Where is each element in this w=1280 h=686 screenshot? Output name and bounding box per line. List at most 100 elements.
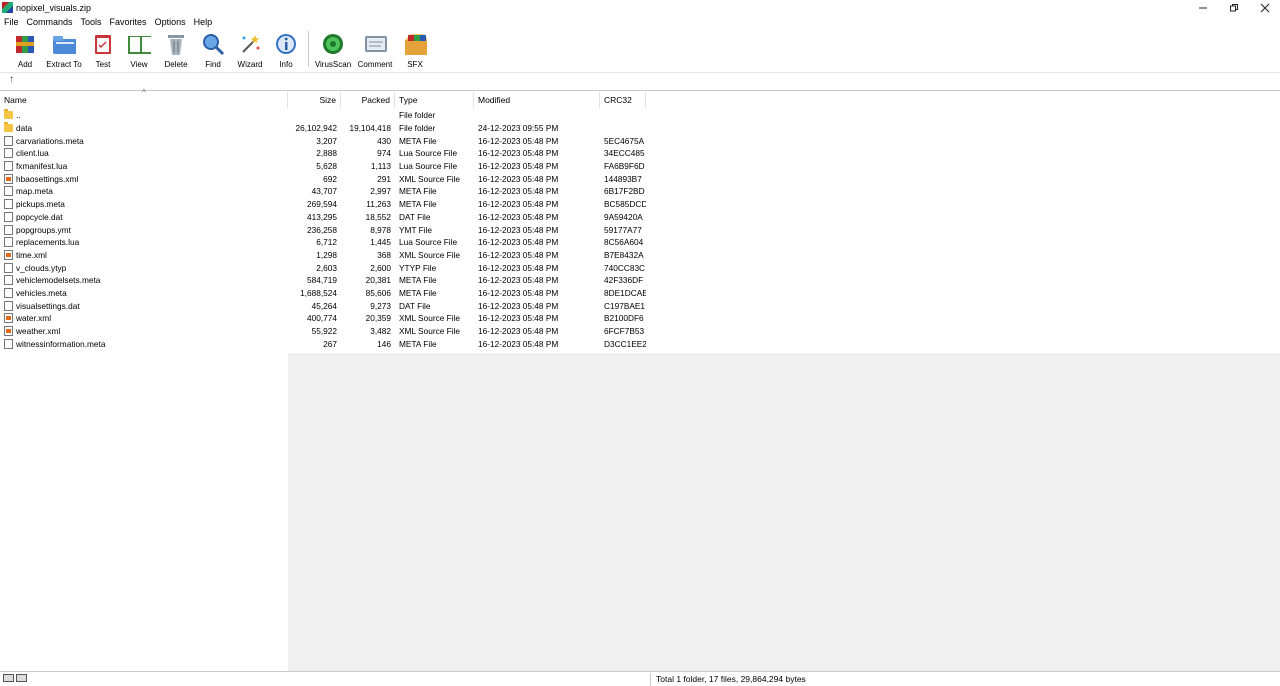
- menu-commands[interactable]: Commands: [23, 17, 77, 27]
- file-type: File folder: [399, 123, 436, 134]
- file-type: Lua Source File: [399, 161, 458, 172]
- virusscan-button[interactable]: VirusScan: [313, 29, 353, 69]
- menu-options[interactable]: Options: [151, 17, 190, 27]
- minimize-button[interactable]: [1187, 0, 1218, 15]
- column-crc32[interactable]: CRC32: [600, 92, 646, 108]
- find-button[interactable]: Find: [194, 29, 232, 69]
- table-row[interactable]: .. File folder: [0, 109, 646, 122]
- test-button[interactable]: Test: [86, 29, 120, 69]
- table-row[interactable]: carvariations.meta 3,207 430 META File 16-12…: [0, 134, 646, 147]
- file-crc32: 8C56A604: [604, 237, 644, 248]
- file-size: 6,712: [316, 237, 337, 248]
- file-modified: 16-12-2023 05:48 PM: [478, 237, 559, 248]
- file-name-cell: visualsettings.dat: [0, 299, 288, 312]
- file-packed: 85,606: [365, 287, 391, 298]
- table-row[interactable]: time.xml 1,298 368 XML Source File 16-12-202…: [0, 249, 646, 262]
- delete-button[interactable]: Delete: [158, 29, 194, 69]
- table-row[interactable]: water.xml 400,774 20,359 XML Source File 16-…: [0, 312, 646, 325]
- table-row[interactable]: replacements.lua 6,712 1,445 Lua Source Fil…: [0, 236, 646, 249]
- file-name: pickups.meta: [16, 199, 65, 210]
- table-row[interactable]: v_clouds.ytyp 2,603 2,600 YTYP File 16-12-20…: [0, 261, 646, 274]
- file-name: time.xml: [16, 249, 47, 260]
- table-row[interactable]: vehicles.meta 1,688,524 85,606 META File 16-…: [0, 287, 646, 300]
- file-icon: [4, 262, 13, 273]
- file-crc32: 6FCF7B53: [604, 326, 645, 337]
- table-row[interactable]: witnessinformation.meta 267 146 META File 16…: [0, 337, 646, 350]
- view-book-icon: [127, 32, 151, 56]
- menu-help[interactable]: Help: [190, 17, 217, 27]
- comment-button[interactable]: Comment: [353, 29, 397, 69]
- wizard-button[interactable]: Wizard: [232, 29, 268, 69]
- table-row[interactable]: data 26,102,942 19,104,418 File folder 24-12…: [0, 122, 646, 135]
- info-button[interactable]: Info: [268, 29, 304, 69]
- table-row[interactable]: weather.xml 55,922 3,482 XML Source File 16-…: [0, 325, 646, 338]
- file-modified: [474, 109, 600, 122]
- file-crc32: 5EC4675A: [604, 135, 645, 146]
- column-name[interactable]: Name ^: [0, 88, 288, 108]
- file-icon: [4, 275, 13, 286]
- close-button[interactable]: [1249, 0, 1280, 15]
- table-row[interactable]: popcycle.dat 413,295 18,552 DAT File 16-12-2…: [0, 211, 646, 224]
- column-size[interactable]: Size: [288, 92, 341, 108]
- menu-tools[interactable]: Tools: [77, 17, 106, 27]
- file-packed: 20,359: [365, 313, 391, 324]
- table-row[interactable]: fxmanifest.lua 5,628 1,113 Lua Source File 1…: [0, 160, 646, 173]
- view-button[interactable]: View: [120, 29, 158, 69]
- menu-favorites[interactable]: Favorites: [106, 17, 151, 27]
- file-size: 1,688,524: [300, 287, 337, 298]
- key-icon[interactable]: [16, 674, 27, 682]
- file-size: 267: [323, 338, 337, 349]
- file-name-cell: pickups.meta: [0, 198, 288, 211]
- file-modified: 16-12-2023 05:48 PM: [478, 326, 559, 337]
- file-crc32: B2100DF6: [604, 313, 644, 324]
- file-packed: 8,978: [370, 224, 391, 235]
- virus-scan-icon: [321, 32, 345, 56]
- column-type[interactable]: Type: [395, 92, 474, 108]
- table-row[interactable]: hbaosettings.xml 692 291 XML Source File 16-…: [0, 172, 646, 185]
- column-packed[interactable]: Packed: [341, 92, 395, 108]
- file-crc32: FA6B9F6D: [604, 161, 645, 172]
- file-packed: 11,263: [366, 199, 391, 210]
- folder-icon: [4, 109, 13, 120]
- extract-folder-icon: [52, 32, 76, 56]
- table-row[interactable]: visualsettings.dat 45,264 9,273 DAT File 16-…: [0, 299, 646, 312]
- file-name: witnessinformation.meta: [16, 338, 106, 349]
- winrar-window: nopixel_visuals.zip File Commands Tools …: [0, 0, 1280, 686]
- file-packed: 974: [377, 148, 391, 159]
- file-type: META File: [399, 287, 437, 298]
- file-modified: 16-12-2023 05:48 PM: [478, 211, 559, 222]
- file-type: File folder: [399, 110, 436, 121]
- table-row[interactable]: vehiclemodelsets.meta 584,719 20,381 META F…: [0, 274, 646, 287]
- file-modified: 16-12-2023 05:48 PM: [478, 135, 559, 146]
- file-crc32: BC585DCD: [604, 199, 646, 210]
- sfx-button[interactable]: SFX: [397, 29, 433, 69]
- file-packed: 146: [377, 338, 391, 349]
- file-size: 2,888: [316, 148, 337, 159]
- column-modified[interactable]: Modified: [474, 92, 600, 108]
- info-icon: [274, 32, 298, 56]
- file-name-cell: client.lua: [0, 147, 288, 160]
- drive-icon[interactable]: [3, 674, 14, 682]
- up-folder-button[interactable]: ↑: [9, 74, 14, 85]
- file-packed: 2,600: [370, 262, 391, 273]
- file-packed: 20,381: [365, 275, 391, 286]
- file-crc32: [600, 109, 646, 122]
- sfx-box-icon: [403, 32, 427, 56]
- file-name: client.lua: [16, 148, 49, 159]
- file-modified: 16-12-2023 05:48 PM: [478, 173, 559, 184]
- file-name: replacements.lua: [16, 237, 80, 248]
- restore-button[interactable]: [1218, 0, 1249, 15]
- magic-wand-icon: [238, 32, 262, 56]
- table-row[interactable]: pickups.meta 269,594 11,263 META File 16-12-…: [0, 198, 646, 211]
- file-name-cell: popgroups.ymt: [0, 223, 288, 236]
- add-button[interactable]: Add: [8, 29, 42, 69]
- extract-to-button[interactable]: Extract To: [42, 29, 86, 69]
- menu-file[interactable]: File: [0, 17, 23, 27]
- table-row[interactable]: popgroups.ymt 236,258 8,978 YMT File 16-12-2…: [0, 223, 646, 236]
- table-row[interactable]: map.meta 43,707 2,997 META File 16-12-2023 0…: [0, 185, 646, 198]
- file-name-cell: ..: [0, 109, 288, 122]
- file-packed: 18,552: [365, 211, 391, 222]
- file-name: fxmanifest.lua: [16, 161, 68, 172]
- table-row[interactable]: client.lua 2,888 974 Lua Source File 16-12-2…: [0, 147, 646, 160]
- file-name: map.meta: [16, 186, 53, 197]
